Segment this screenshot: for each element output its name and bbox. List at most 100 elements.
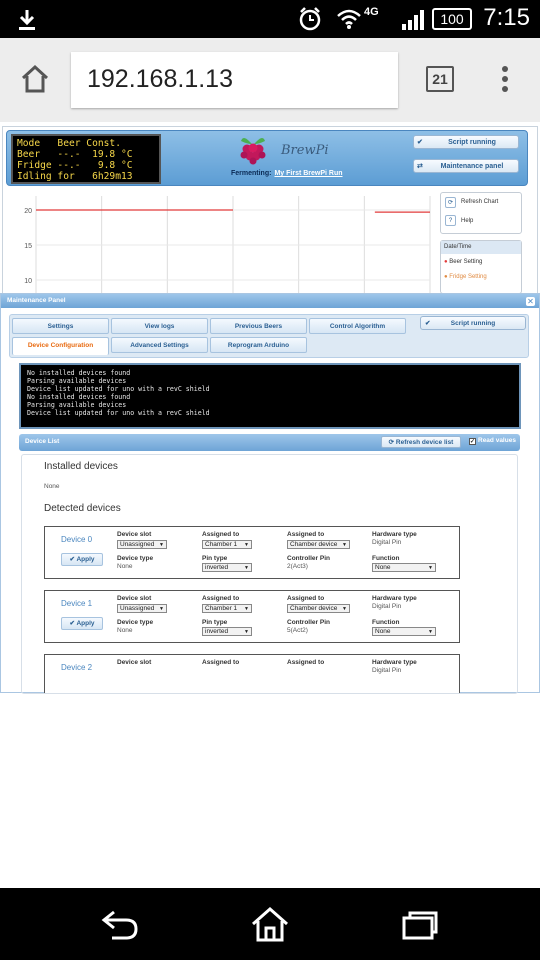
tab-view-logs[interactable]: View logs: [111, 318, 208, 334]
function-label: Function: [372, 619, 400, 626]
device-name: Device 1: [61, 599, 93, 608]
tab-device-configuration[interactable]: Device Configuration: [12, 337, 109, 355]
chevron-down-icon: ▼: [342, 542, 347, 548]
device-slot-label: Device slot: [117, 659, 152, 666]
recents-icon[interactable]: [402, 910, 438, 940]
console-log: No installed devices found Parsing avail…: [19, 363, 521, 429]
pin-type-select[interactable]: inverted ▼: [202, 563, 252, 572]
chevron-down-icon: ▼: [159, 542, 164, 548]
apply-button[interactable]: ✔ Apply: [61, 617, 103, 630]
assigned-to-label: Assigned to: [287, 531, 325, 538]
refresh-device-list-button[interactable]: ⟳ Refresh device list: [381, 436, 461, 448]
controller-pin-value: 2(Act3): [287, 563, 308, 570]
y-tick-label: 15: [24, 243, 32, 250]
check-icon: ✔: [69, 620, 75, 627]
chamber-select[interactable]: Chamber 1 ▼: [202, 540, 252, 549]
refresh-chart-button[interactable]: ⟳: [445, 197, 456, 208]
device-list-area: Installed devices None Detected devices …: [21, 454, 518, 694]
apply-button[interactable]: ✔ Apply: [61, 553, 103, 566]
chevron-down-icon: ▼: [428, 565, 433, 571]
check-icon: ✔: [425, 320, 431, 327]
device-slot-select[interactable]: Unassigned ▼: [117, 540, 167, 549]
tab-advanced-settings[interactable]: Advanced Settings: [111, 337, 208, 353]
hardware-type-value: Digital Pin: [372, 539, 402, 546]
home-button[interactable]: [20, 64, 50, 94]
chart-controls: ⟳ Refresh Chart ? Help: [440, 192, 522, 234]
lcd-line: Fridge --.- 9.8 °C: [17, 160, 133, 171]
check-icon: ✔: [417, 139, 423, 146]
tab-switcher-button[interactable]: 21: [426, 66, 454, 92]
assignment-select[interactable]: Chamber device ▼: [287, 540, 350, 549]
brewpi-logo-text: BrewPi: [281, 143, 329, 158]
legend-marker-icon: ●: [444, 274, 448, 280]
device-list-header: Device List ⟳ Refresh device list ✓ Read …: [19, 434, 520, 451]
tab-control-algorithm[interactable]: Control Algorithm: [309, 318, 406, 334]
assignment-select[interactable]: Chamber device ▼: [287, 604, 350, 613]
function-select[interactable]: None ▼: [372, 563, 436, 572]
network-type: 4G: [364, 6, 379, 18]
tab-settings[interactable]: Settings: [12, 318, 109, 334]
chamber-select[interactable]: Chamber 1 ▼: [202, 604, 252, 613]
device-list-label: Device List: [25, 438, 60, 445]
device-slot-label: Device slot: [117, 531, 152, 538]
brewpi-header: Mode Beer Const. Beer --.- 19.8 °C Fridge …: [6, 130, 528, 186]
hardware-type-value: Digital Pin: [372, 603, 402, 610]
device-name: Device 2: [61, 663, 93, 672]
chevron-down-icon: ▼: [428, 629, 433, 635]
battery-icon: 100: [432, 8, 472, 30]
panel-title: Maintenance Panel: [1, 294, 539, 308]
device-slot-select[interactable]: Unassigned ▼: [117, 604, 167, 613]
maintenance-panel-button[interactable]: ⇄ Maintenance panel: [413, 159, 519, 173]
legend-title: Date/Time: [441, 241, 521, 254]
close-icon[interactable]: ✕: [526, 297, 535, 306]
pin-type-select[interactable]: inverted ▼: [202, 627, 252, 636]
legend-item[interactable]: ● Beer Setting: [444, 259, 482, 265]
assigned-to-label: Assigned to: [202, 659, 240, 666]
controller-pin-label: Controller Pin: [287, 555, 330, 562]
console-line: Device list updated for uno with a revC …: [27, 409, 210, 417]
hardware-type-label: Hardware type: [372, 595, 417, 602]
controller-pin-value: 5(Act2): [287, 627, 308, 634]
pin-type-label: Pin type: [202, 619, 228, 626]
chevron-down-icon: ▼: [244, 606, 249, 612]
controller-pin-label: Controller Pin: [287, 619, 330, 626]
hardware-type-label: Hardware type: [372, 659, 417, 666]
web-page: Mode Beer Const. Beer --.- 19.8 °C Fridge …: [0, 122, 540, 888]
assigned-to-label: Assigned to: [202, 595, 240, 602]
overflow-menu-icon[interactable]: [498, 64, 512, 94]
refresh-icon: ⟳: [388, 439, 395, 446]
script-running-button[interactable]: ✔ Script running: [420, 316, 526, 330]
help-button[interactable]: ?: [445, 215, 456, 226]
chevron-down-icon: ▼: [159, 606, 164, 612]
device-slot-label: Device slot: [117, 595, 152, 602]
hardware-type-label: Hardware type: [372, 531, 417, 538]
refresh-chart-label: Refresh Chart: [461, 199, 499, 205]
beer-name-link[interactable]: My First BrewPi Run: [274, 170, 342, 177]
device-card: Device 1 ✔ Apply Device slot Unassigned ▼…: [44, 590, 460, 643]
checkbox-icon: ✓: [469, 438, 476, 445]
read-values-checkbox[interactable]: ✓ Read values: [469, 437, 516, 445]
lcd-line: Mode Beer Const.: [17, 138, 121, 149]
console-line: Parsing available devices: [27, 377, 127, 385]
wrench-icon: ⇄: [417, 163, 423, 170]
tab-reprogram-arduino[interactable]: Reprogram Arduino: [210, 337, 307, 353]
temperature-chart: 20 15 10: [24, 196, 431, 294]
tab-previous-beers[interactable]: Previous Beers: [210, 318, 307, 334]
fermenting-status: Fermenting: My First BrewPi Run: [231, 170, 343, 177]
script-running-button[interactable]: ✔ Script running: [413, 135, 519, 149]
url-input[interactable]: 192.168.1.13: [71, 52, 398, 108]
chevron-down-icon: ▼: [244, 629, 249, 635]
legend-marker-icon: ●: [444, 259, 448, 265]
y-tick-label: 20: [24, 208, 32, 215]
console-line: No installed devices found: [27, 393, 131, 401]
assigned-to-label: Assigned to: [287, 595, 325, 602]
raspberry-logo-icon: [240, 138, 266, 165]
home-icon[interactable]: [250, 906, 290, 942]
chevron-down-icon: ▼: [342, 606, 347, 612]
browser-toolbar: 192.168.1.13 21: [0, 38, 540, 122]
back-icon[interactable]: [100, 908, 140, 940]
help-label: Help: [461, 218, 474, 224]
function-select[interactable]: None ▼: [372, 627, 436, 636]
signal-icon: [402, 10, 424, 30]
legend-item[interactable]: ● Fridge Setting: [444, 274, 487, 280]
